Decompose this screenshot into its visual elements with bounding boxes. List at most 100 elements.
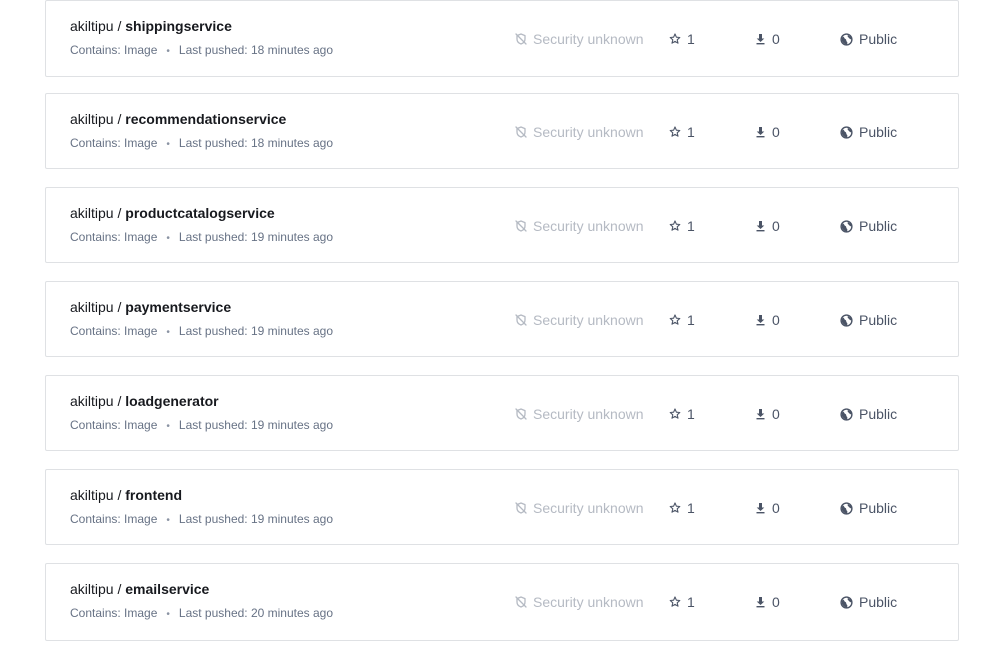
security-status: Security unknown [515,217,644,235]
repository-card-productcatalogservice[interactable]: akiltipu / productcatalogservice Contain… [45,187,959,263]
meta-separator: • [166,515,170,526]
repository-last-pushed: Last pushed: 20 minutes ago [178,606,334,620]
shield-off-icon [515,314,533,326]
security-status: Security unknown [515,499,644,517]
repository-title[interactable]: akiltipu / frontend [70,487,182,503]
repository-contains: Contains: Image [70,512,158,526]
repository-card-frontend[interactable]: akiltipu / frontend Contains: Image • Last… [45,469,959,545]
repository-title[interactable]: akiltipu / shippingservice [70,18,232,34]
repository-card-loadgenerator[interactable]: akiltipu / loadgenerator Contains: Image… [45,375,959,451]
visibility-label: Public [859,218,898,234]
repository-namespace: akiltipu [70,299,114,315]
star-count-value: 1 [687,124,695,140]
globe-icon [840,32,859,46]
meta-separator: • [166,46,170,57]
repository-list: akiltipu / shippingservice Contains: Ima… [0,0,990,647]
globe-icon [840,219,859,233]
pull-count-value: 0 [772,594,780,610]
repository-meta: Contains: Image • Last pushed: 19 minutes … [70,230,333,244]
star-count: 1 [669,405,695,423]
star-count-value: 1 [687,312,695,328]
repository-name: paymentservice [125,299,232,315]
repository-card-emailservice[interactable]: akiltipu / emailservice Contains: Image •… [45,563,959,641]
globe-icon [840,595,859,609]
repository-card-paymentservice[interactable]: akiltipu / paymentservice Contains: Imag… [45,281,959,357]
repository-name: emailservice [125,581,210,597]
star-outline-icon [669,408,687,420]
globe-icon [840,313,859,327]
repository-last-pushed: Last pushed: 18 minutes ago [178,136,334,150]
visibility-label: Public [859,124,898,140]
star-count-value: 1 [687,218,695,234]
repository-meta: Contains: Image • Last pushed: 20 minutes … [70,606,333,620]
pull-count-value: 0 [772,500,780,516]
repository-namespace: akiltipu [70,205,114,221]
repository-contains: Contains: Image [70,43,158,57]
star-count: 1 [669,311,695,329]
security-status: Security unknown [515,405,644,423]
star-outline-icon [669,220,687,232]
security-label: Security unknown [533,500,644,516]
repository-separator: / [117,581,122,597]
pull-count: 0 [755,123,780,141]
repository-separator: / [117,393,122,409]
meta-separator: • [166,327,170,338]
meta-separator: • [166,421,170,432]
visibility-badge: Public [840,499,897,517]
star-count-value: 1 [687,406,695,422]
star-count: 1 [669,123,695,141]
repository-last-pushed: Last pushed: 18 minutes ago [178,43,334,57]
repository-last-pushed: Last pushed: 19 minutes ago [178,512,334,526]
repository-last-pushed: Last pushed: 19 minutes ago [178,418,334,432]
repository-title[interactable]: akiltipu / paymentservice [70,299,231,315]
download-icon [755,502,772,514]
repository-card-shippingservice[interactable]: akiltipu / shippingservice Contains: Ima… [45,0,959,77]
star-count-value: 1 [687,500,695,516]
repository-contains: Contains: Image [70,136,158,150]
download-icon [755,596,772,608]
repository-meta: Contains: Image • Last pushed: 19 minutes … [70,418,333,432]
visibility-badge: Public [840,311,897,329]
visibility-label: Public [859,406,898,422]
star-count: 1 [669,30,695,48]
download-icon [755,408,772,420]
repository-title[interactable]: akiltipu / loadgenerator [70,393,219,409]
pull-count: 0 [755,593,780,611]
repository-contains: Contains: Image [70,418,158,432]
shield-off-icon [515,408,533,420]
security-status: Security unknown [515,311,644,329]
repository-contains: Contains: Image [70,324,158,338]
repository-contains: Contains: Image [70,606,158,620]
meta-separator: • [166,139,170,150]
star-count: 1 [669,217,695,235]
globe-icon [840,407,859,421]
repository-title[interactable]: akiltipu / recommendationservice [70,111,286,127]
visibility-badge: Public [840,30,897,48]
star-outline-icon [669,126,687,138]
download-icon [755,126,772,138]
download-icon [755,314,772,326]
shield-off-icon [515,220,533,232]
repository-separator: / [117,487,122,503]
security-status: Security unknown [515,123,644,141]
repository-card-recommendationservice[interactable]: akiltipu / recommendationservice Contain… [45,93,959,169]
repository-title[interactable]: akiltipu / emailservice [70,581,209,597]
star-outline-icon [669,596,687,608]
shield-off-icon [515,596,533,608]
visibility-label: Public [859,31,898,47]
pull-count-value: 0 [772,31,780,47]
security-label: Security unknown [533,594,644,610]
repository-separator: / [117,111,122,127]
repository-title[interactable]: akiltipu / productcatalogservice [70,205,275,221]
visibility-badge: Public [840,217,897,235]
repository-namespace: akiltipu [70,393,114,409]
repository-meta: Contains: Image • Last pushed: 19 minutes … [70,324,333,338]
pull-count: 0 [755,30,780,48]
security-status: Security unknown [515,593,644,611]
security-label: Security unknown [533,31,644,47]
repository-namespace: akiltipu [70,111,114,127]
pull-count: 0 [755,217,780,235]
star-outline-icon [669,502,687,514]
shield-off-icon [515,33,533,45]
pull-count-value: 0 [772,124,780,140]
